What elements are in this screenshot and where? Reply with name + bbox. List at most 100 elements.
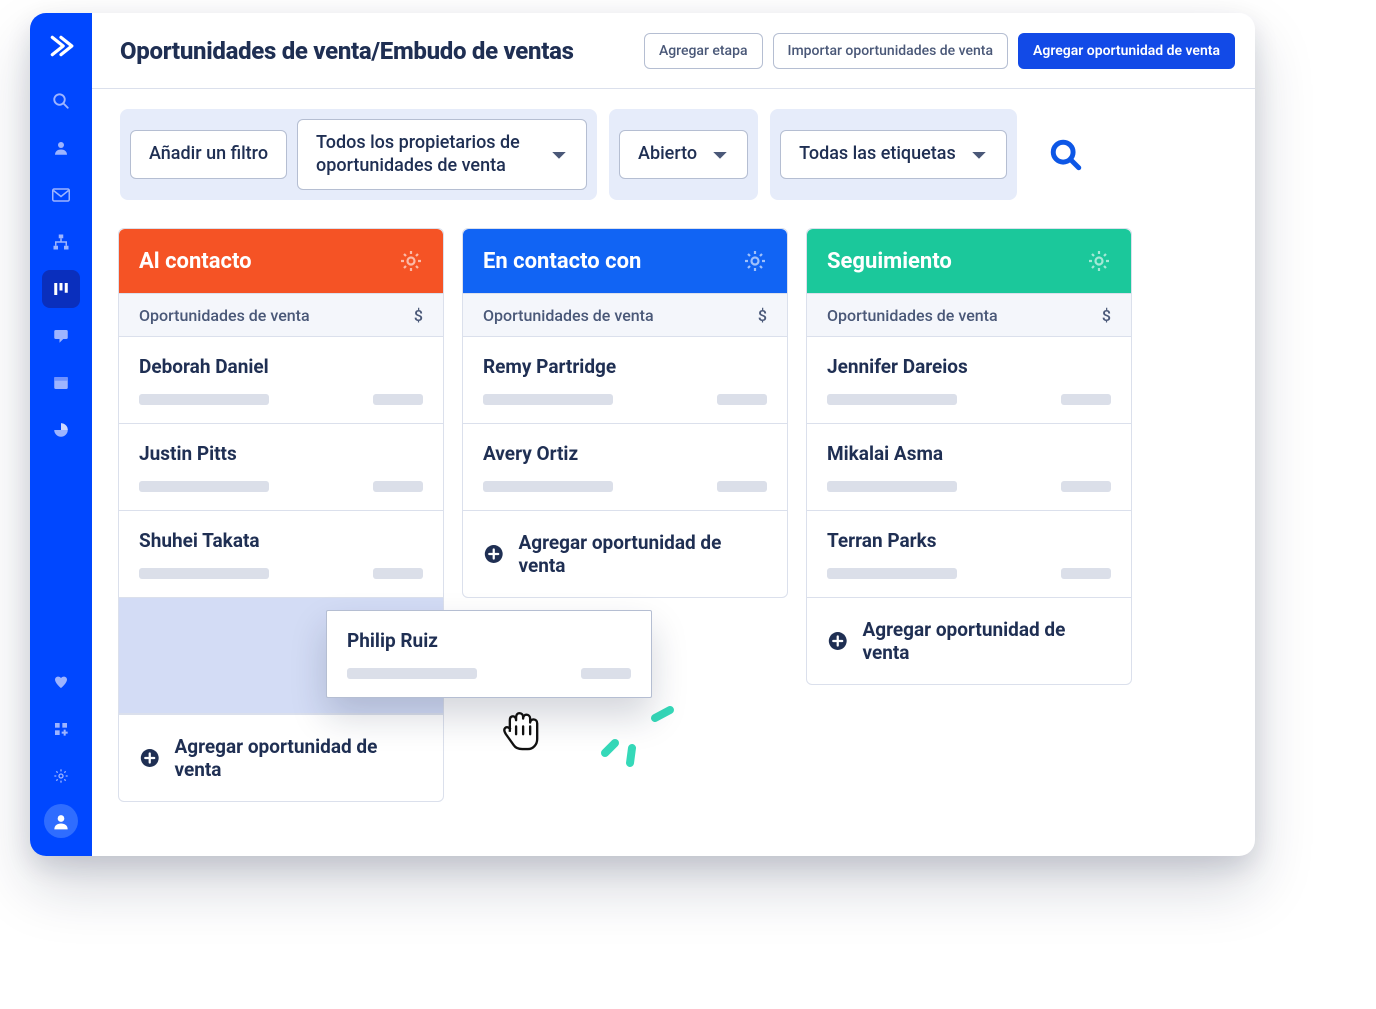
sidebar-item-contacts[interactable] <box>42 129 80 167</box>
add-filter-button[interactable]: Añadir un filtro <box>130 130 287 179</box>
deal-meta-placeholder <box>483 481 767 492</box>
column-header: En contacto con <box>463 229 787 293</box>
column-title: Seguimiento <box>827 249 952 274</box>
add-deal-row[interactable]: Agregar oportunidad de venta <box>807 598 1131 684</box>
sitemap-icon <box>52 233 70 251</box>
filter-group-tags: Todas las etiquetas <box>770 109 1017 200</box>
deal-name: Terran Parks <box>827 529 1111 552</box>
deal-name: Deborah Daniel <box>139 355 423 378</box>
deal-card[interactable]: Justin Pitts <box>119 424 443 511</box>
status-filter-label: Abierto <box>638 143 697 166</box>
deal-card[interactable]: Terran Parks <box>807 511 1131 598</box>
deal-name: Remy Partridge <box>483 355 767 378</box>
filter-group-main: Añadir un filtro Todos los propietarios … <box>120 109 597 200</box>
deal-meta-placeholder <box>139 568 423 579</box>
user-avatar[interactable] <box>44 804 78 838</box>
deal-card[interactable]: Shuhei Takata <box>119 511 443 598</box>
add-deal-button[interactable]: Agregar oportunidad de venta <box>1018 33 1235 69</box>
sidebar <box>30 13 92 856</box>
plus-circle-icon <box>139 747 160 769</box>
import-deals-button[interactable]: Importar oportunidades de venta <box>773 33 1009 69</box>
plus-circle-icon <box>483 543 504 565</box>
deal-card[interactable]: Remy Partridge <box>463 337 787 424</box>
chevron-down-icon <box>970 149 988 161</box>
search-box[interactable] <box>1029 109 1227 200</box>
column-settings-button[interactable] <box>743 249 767 273</box>
deal-meta-placeholder <box>483 394 767 405</box>
column-header: Seguimiento <box>807 229 1131 293</box>
pie-icon <box>52 421 70 439</box>
column-subheader: Oportunidades de venta $ <box>463 293 787 337</box>
column-sub-label: Oportunidades de venta <box>139 306 310 325</box>
deal-name: Philip Ruiz <box>347 629 631 652</box>
column-settings-button[interactable] <box>399 249 423 273</box>
filter-bar: Añadir un filtro Todos los propietarios … <box>92 89 1255 220</box>
deal-card[interactable]: Avery Ortiz <box>463 424 787 511</box>
sidebar-item-apps[interactable] <box>42 710 80 748</box>
brand-logo-icon <box>46 31 76 61</box>
deal-card[interactable]: Deborah Daniel <box>119 337 443 424</box>
deal-name: Justin Pitts <box>139 442 423 465</box>
avatar-icon <box>51 811 71 831</box>
deal-name: Avery Ortiz <box>483 442 767 465</box>
deal-meta-placeholder <box>347 668 631 679</box>
deal-meta-placeholder <box>827 481 1111 492</box>
sidebar-item-conversations[interactable] <box>42 317 80 355</box>
chevron-down-icon <box>550 149 568 161</box>
column-title: Al contacto <box>139 249 252 274</box>
column-currency: $ <box>414 306 423 325</box>
column-title: En contacto con <box>483 249 641 274</box>
add-deal-row[interactable]: Agregar oportunidad de venta <box>463 511 787 597</box>
person-icon <box>52 139 70 157</box>
filter-group-status: Abierto <box>609 109 758 200</box>
deal-meta-placeholder <box>827 568 1111 579</box>
owner-filter-label: Todos los propietarios de oportunidades … <box>316 132 536 177</box>
page-title: Oportunidades de venta/Embudo de ventas <box>120 37 634 65</box>
column-settings-button[interactable] <box>1087 249 1111 273</box>
gear-icon <box>1087 249 1111 273</box>
sidebar-item-automations[interactable] <box>42 223 80 261</box>
add-stage-button[interactable]: Agregar etapa <box>644 33 763 69</box>
deal-meta-placeholder <box>139 481 423 492</box>
column-currency: $ <box>758 306 767 325</box>
sidebar-item-lists[interactable] <box>42 364 80 402</box>
sidebar-item-reports[interactable] <box>42 411 80 449</box>
kanban-icon <box>52 280 70 298</box>
column-header: Al contacto <box>119 229 443 293</box>
sidebar-item-deals[interactable] <box>42 270 80 308</box>
sidebar-item-search[interactable] <box>42 82 80 120</box>
add-deal-label: Agregar oportunidad de venta <box>518 531 767 577</box>
add-deal-row[interactable]: Agregar oportunidad de venta <box>119 714 443 801</box>
deal-name: Mikalai Asma <box>827 442 1111 465</box>
column-subheader: Oportunidades de venta $ <box>119 293 443 337</box>
tags-filter-dropdown[interactable]: Todas las etiquetas <box>780 130 1007 179</box>
dragging-deal-card[interactable]: Philip Ruiz <box>326 610 652 698</box>
chevron-down-icon <box>711 149 729 161</box>
column-sub-label: Oportunidades de venta <box>483 306 654 325</box>
status-filter-dropdown[interactable]: Abierto <box>619 130 748 179</box>
sidebar-item-campaigns[interactable] <box>42 176 80 214</box>
grab-cursor-icon <box>495 703 545 753</box>
gear-icon <box>53 768 69 784</box>
deal-name: Jennifer Dareios <box>827 355 1111 378</box>
app-window: Oportunidades de venta/Embudo de ventas … <box>30 13 1255 856</box>
deal-card[interactable]: Jennifer Dareios <box>807 337 1131 424</box>
search-icon <box>1049 138 1083 172</box>
pipeline-column: Al contacto Oportunidades de venta $ Deb… <box>118 228 444 802</box>
envelope-icon <box>52 188 70 202</box>
add-deal-label: Agregar oportunidad de venta <box>174 735 423 781</box>
deal-card[interactable]: Mikalai Asma <box>807 424 1131 511</box>
deal-meta-placeholder <box>139 394 423 405</box>
pipeline-column: En contacto con Oportunidades de venta $… <box>462 228 788 598</box>
add-filter-label: Añadir un filtro <box>149 143 268 166</box>
heart-icon <box>53 674 69 690</box>
deal-name: Shuhei Takata <box>139 529 423 552</box>
window-icon <box>52 374 70 392</box>
owner-filter-dropdown[interactable]: Todos los propietarios de oportunidades … <box>297 119 587 190</box>
motion-sparkle-icon <box>595 698 685 768</box>
pipeline-column: Seguimiento Oportunidades de venta $ Jen… <box>806 228 1132 685</box>
sidebar-item-favorites[interactable] <box>42 663 80 701</box>
sidebar-item-settings[interactable] <box>42 757 80 795</box>
add-deal-label: Agregar oportunidad de venta <box>862 618 1111 664</box>
deal-meta-placeholder <box>827 394 1111 405</box>
